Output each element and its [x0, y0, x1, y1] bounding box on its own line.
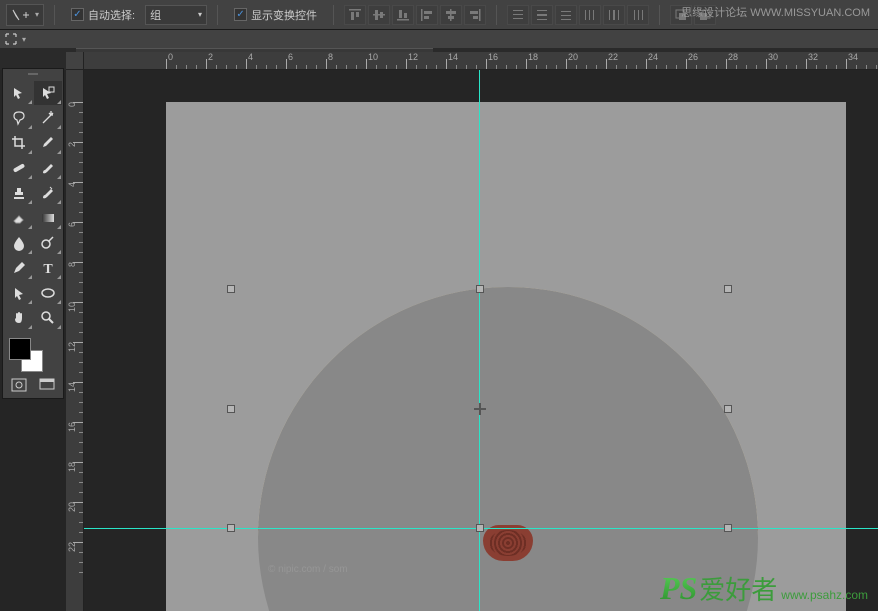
show-transform-label: 显示变换控件: [251, 7, 317, 23]
dist-left-button[interactable]: [579, 5, 601, 25]
canvas-area: 02468101214161820222426283032343638 0246…: [66, 52, 878, 611]
transform-handle-mr[interactable]: [724, 405, 732, 413]
hand-icon: [11, 310, 27, 326]
dist-vcenter-button[interactable]: [531, 5, 553, 25]
shape-tool[interactable]: [34, 281, 62, 305]
quick-mask-button[interactable]: [5, 374, 33, 396]
eraser-icon: [11, 210, 27, 226]
move-tool[interactable]: [5, 81, 33, 105]
options-bar: ▾ ✓ 自动选择: 组▾ ✓ 显示变换控件 思缘设计论坛 WWW.MISSYUA…: [0, 0, 878, 30]
crop-icon: [11, 135, 27, 151]
transform-handle-tc[interactable]: [476, 285, 484, 293]
crop-tool[interactable]: [5, 131, 33, 155]
healing-tool[interactable]: [5, 156, 33, 180]
gradient-tool[interactable]: [34, 206, 62, 230]
stamp-icon: [11, 185, 27, 201]
dist-right-button[interactable]: [627, 5, 649, 25]
transform-handle-tr[interactable]: [724, 285, 732, 293]
brush-icon: [40, 160, 56, 176]
expand-icon[interactable]: [4, 32, 18, 46]
align-right-button[interactable]: [464, 5, 486, 25]
ruler-origin[interactable]: [66, 52, 84, 70]
horizontal-ruler[interactable]: 02468101214161820222426283032343638: [84, 52, 878, 70]
transform-handle-tl[interactable]: [227, 285, 235, 293]
show-transform-option[interactable]: ✓ 显示变换控件: [234, 7, 317, 23]
healing-icon: [11, 160, 27, 176]
hand-tool[interactable]: [5, 306, 33, 330]
shape-icon: [40, 285, 56, 301]
magic-wand-icon: [40, 110, 56, 126]
transform-box[interactable]: [231, 289, 728, 528]
path-select-tool[interactable]: [5, 281, 33, 305]
lasso-icon: [11, 110, 27, 126]
align-vcenter-button[interactable]: [368, 5, 390, 25]
pen-icon: [11, 260, 27, 276]
dist-hcenter-button[interactable]: [603, 5, 625, 25]
distribute-buttons-group: [507, 5, 649, 25]
color-swatches: [5, 336, 61, 372]
align-hcenter-button[interactable]: [440, 5, 462, 25]
show-transform-checkbox[interactable]: ✓: [234, 8, 247, 21]
move-icon: [11, 85, 27, 101]
transform-center[interactable]: [474, 403, 486, 415]
zoom-tool[interactable]: [34, 306, 62, 330]
auto-select-label: 自动选择:: [88, 7, 135, 23]
foreground-color[interactable]: [9, 338, 31, 360]
lasso-tool[interactable]: [5, 106, 33, 130]
svg-text:T: T: [43, 262, 53, 276]
pen-tool[interactable]: [5, 256, 33, 280]
dodge-icon: [40, 235, 56, 251]
dist-bottom-button[interactable]: [555, 5, 577, 25]
gradient-icon: [40, 210, 56, 226]
viewport[interactable]: © nipic.com / som: [84, 70, 878, 611]
artboard-tool[interactable]: [34, 81, 62, 105]
eyedropper-icon: [40, 135, 56, 151]
tools-panel: T: [2, 68, 64, 399]
brush-tool[interactable]: [34, 156, 62, 180]
nipic-watermark: © nipic.com / som: [268, 564, 348, 575]
blur-icon: [11, 235, 27, 251]
auto-select-mode-dropdown[interactable]: 组▾: [145, 5, 207, 25]
type-tool[interactable]: T: [34, 256, 62, 280]
view-controls-row: ▾: [0, 30, 878, 48]
align-buttons-group-1: [344, 5, 486, 25]
eraser-tool[interactable]: [5, 206, 33, 230]
fan-pivot: [483, 525, 533, 561]
dist-top-button[interactable]: [507, 5, 529, 25]
magic-wand-tool[interactable]: [34, 106, 62, 130]
eyedropper-tool[interactable]: [34, 131, 62, 155]
vertical-ruler[interactable]: 0246810121416182022: [66, 70, 84, 611]
stamp-tool[interactable]: [5, 181, 33, 205]
transform-handle-ml[interactable]: [227, 405, 235, 413]
top-watermark: 思缘设计论坛 WWW.MISSYUAN.COM: [681, 4, 870, 20]
transform-handle-br[interactable]: [724, 524, 732, 532]
align-left-button[interactable]: [416, 5, 438, 25]
align-bottom-button[interactable]: [392, 5, 414, 25]
history-brush-icon: [40, 185, 56, 201]
zoom-icon: [40, 310, 56, 326]
auto-select-option[interactable]: ✓ 自动选择:: [71, 7, 135, 23]
transform-handle-bl[interactable]: [227, 524, 235, 532]
artboard-icon: [40, 85, 56, 101]
auto-select-checkbox[interactable]: ✓: [71, 8, 84, 21]
psahz-watermark: PS 爱好者 www.psahz.com: [660, 570, 868, 607]
tool-mode-indicator[interactable]: ▾: [6, 4, 44, 26]
dodge-tool[interactable]: [34, 231, 62, 255]
transform-handle-bc[interactable]: [476, 524, 484, 532]
align-top-button[interactable]: [344, 5, 366, 25]
path-select-icon: [11, 285, 27, 301]
blur-tool[interactable]: [5, 231, 33, 255]
view-dropdown-arrow[interactable]: ▾: [22, 35, 26, 44]
history-brush-tool[interactable]: [34, 181, 62, 205]
screen-mode-button[interactable]: [34, 374, 62, 396]
type-icon: T: [40, 260, 56, 276]
